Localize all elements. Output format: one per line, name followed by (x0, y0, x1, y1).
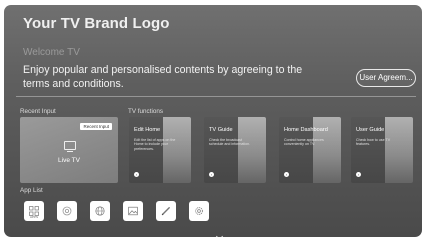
card-description: Check the broadcast schedule and informa… (209, 138, 251, 147)
app-tile-6[interactable] (189, 201, 209, 221)
card-description: Check how to use TV features. (356, 138, 391, 147)
chevron-down-icon[interactable] (215, 232, 224, 237)
app-tile-3[interactable] (90, 201, 110, 221)
welcome-text: Welcome TV (23, 47, 80, 58)
recent-input-badge: Recent Input (80, 123, 112, 130)
gear-icon (195, 207, 203, 215)
app-tile-4[interactable] (123, 201, 143, 221)
arrow-icon: › (134, 172, 139, 177)
home-dashboard-card[interactable]: Home Dashboard Control home appliances c… (279, 117, 341, 183)
user-guide-card[interactable]: User Guide Check how to use TV features.… (351, 117, 413, 183)
card-title: Edit Home (134, 127, 161, 133)
arrow-icon: › (209, 172, 214, 177)
arrow-icon: › (284, 172, 289, 177)
recent-input-label: Recent Input (20, 108, 56, 115)
card-title: Home Dashboard (284, 127, 328, 133)
app-list-label: App List (20, 187, 43, 194)
user-agreement-button[interactable]: User Agreem... (356, 69, 416, 87)
gallery-icon (128, 206, 138, 216)
tv-guide-card[interactable]: TV Guide Check the broadcast schedule an… (204, 117, 266, 183)
app-tile-2[interactable] (57, 201, 77, 221)
app-tile-apps[interactable]: APPS (24, 201, 44, 221)
card-image (385, 117, 413, 183)
arrow-icon: › (356, 172, 361, 177)
pencil-icon (161, 207, 170, 216)
app-tile-5[interactable] (156, 201, 176, 221)
consent-message: Enjoy popular and personalised contents … (23, 64, 303, 90)
tv-functions-label: TV functions (128, 108, 163, 115)
card-description: Edit the list of apps on the Home to inc… (134, 138, 176, 151)
edit-home-card[interactable]: Edit Home Edit the list of apps on the H… (129, 117, 191, 183)
card-title: User Guide (356, 127, 385, 133)
live-tv-card[interactable]: Recent Input Live TV (20, 117, 118, 183)
card-description: Control home appliances conveniently on … (284, 138, 324, 147)
tv-icon (64, 141, 76, 152)
globe-icon (95, 206, 105, 216)
app-caption: APPS (29, 215, 38, 219)
brand-logo: Your TV Brand Logo (23, 15, 170, 32)
divider (16, 96, 416, 97)
card-title: TV Guide (209, 127, 233, 133)
live-tv-label: Live TV (58, 157, 80, 164)
card-image (238, 117, 266, 183)
settings-circle-icon (62, 206, 72, 216)
tv-home-screen: Your TV Brand Logo Welcome TV Enjoy popu… (4, 5, 422, 237)
